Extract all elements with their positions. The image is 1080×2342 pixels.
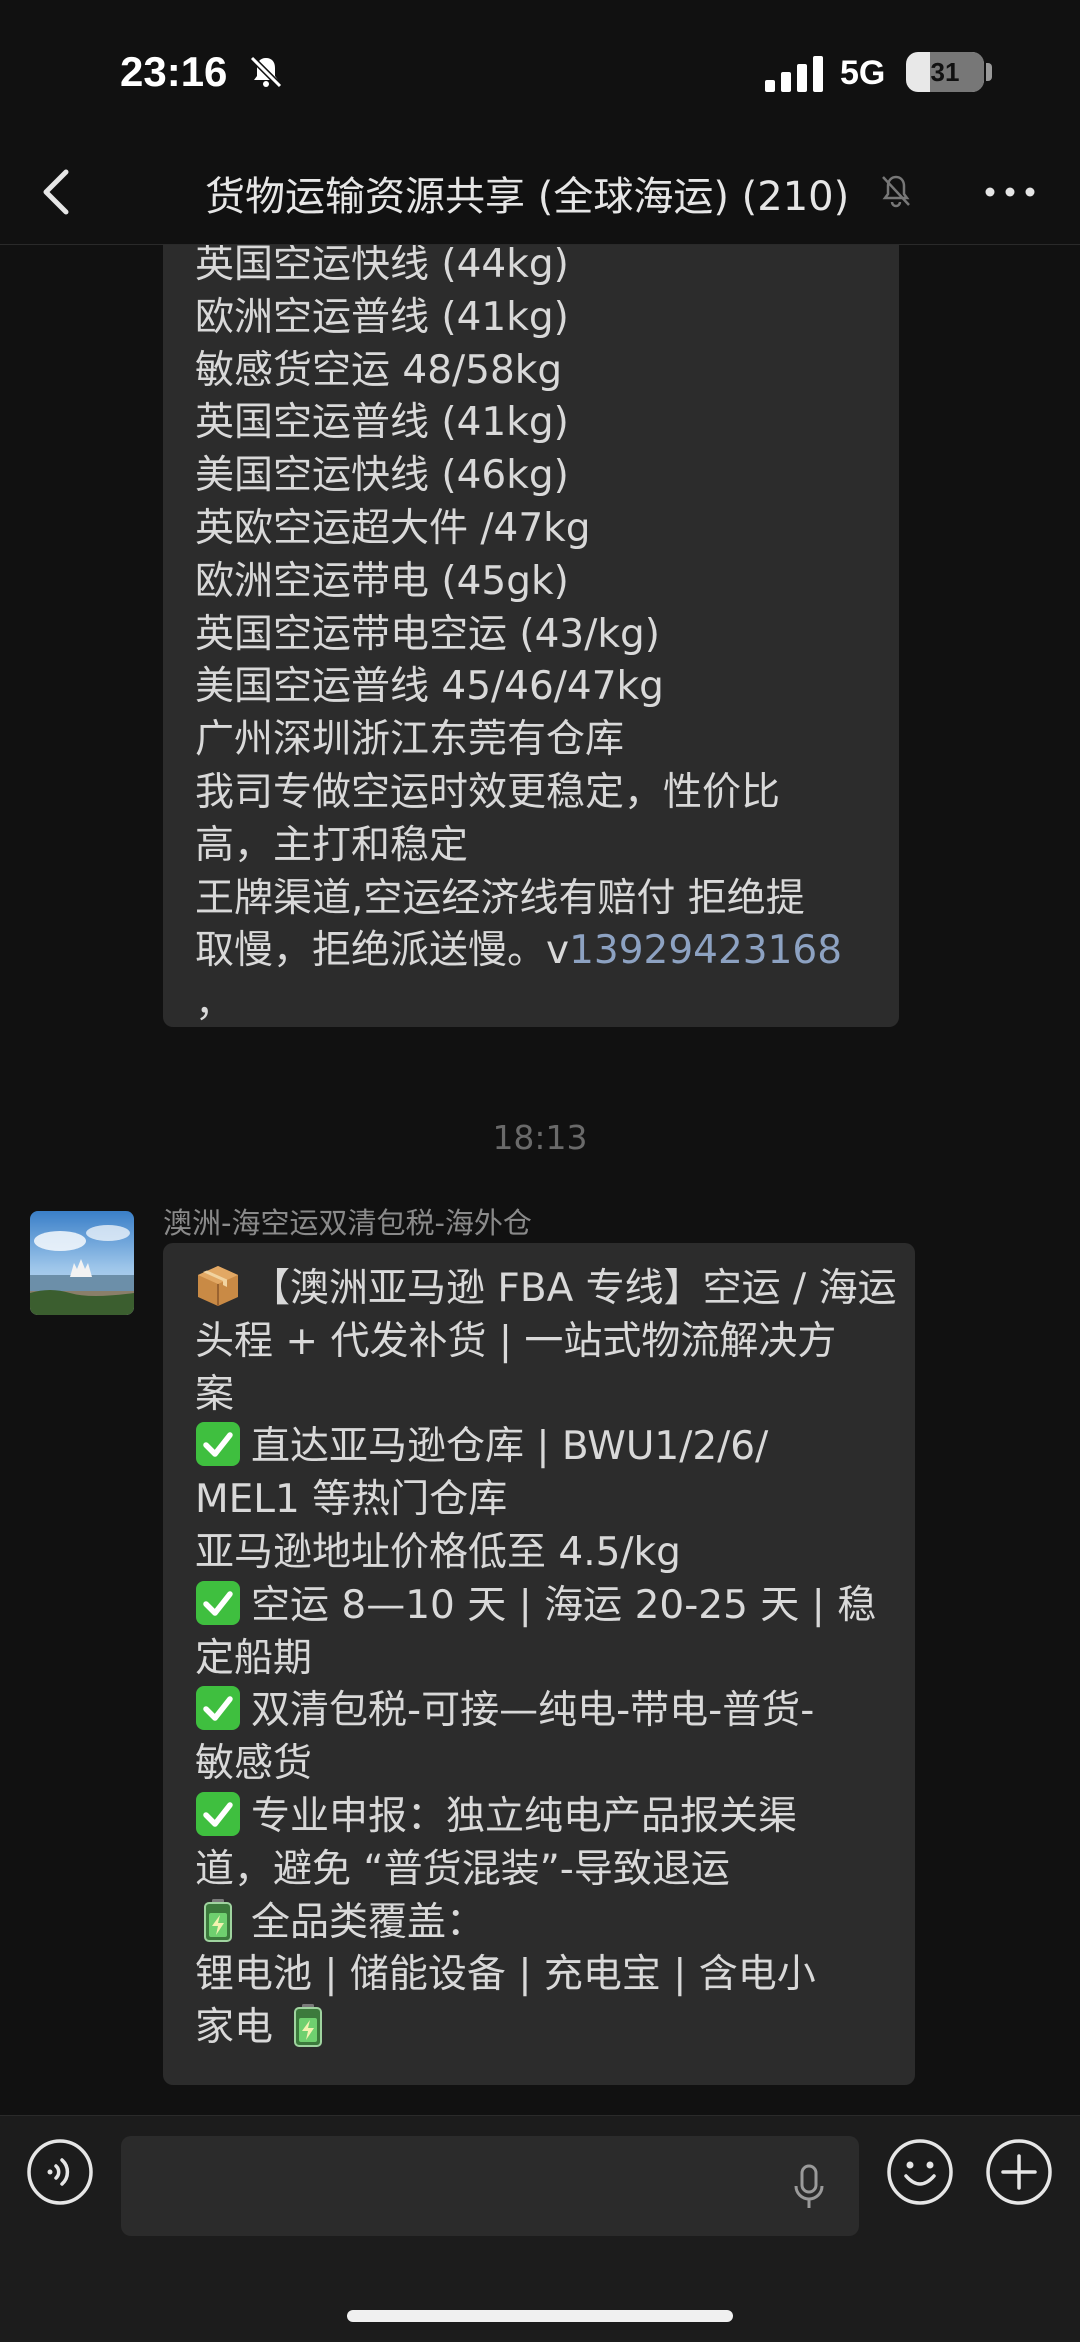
message-line: 专业申报：独立纯电产品报关渠 xyxy=(195,1791,883,1844)
message-line: 锂电池 | 储能设备 | 充电宝 | 含电小 xyxy=(195,1949,883,2002)
battery-level: 31 xyxy=(930,57,960,87)
battery-emoji-icon xyxy=(195,1898,251,1945)
network-type: 5G xyxy=(840,54,886,92)
input-bar xyxy=(0,2115,1080,2342)
battery-emoji-icon xyxy=(285,2004,341,2050)
message-line: 高，主打和稳定 xyxy=(195,822,469,868)
message-line: 敏感货 xyxy=(195,1738,883,1791)
battery-cap xyxy=(986,63,992,81)
message-line: 欧洲空运普线 (41kg) xyxy=(195,294,569,340)
message-line: 双清包税-可接—纯电-带电-普货- xyxy=(195,1685,883,1738)
message-line: 英欧空运超大件 /47kg xyxy=(195,505,591,551)
message-bubble[interactable]: 【澳洲亚马逊 FBA 专线】空运 / 海运头程 + 代发补货 | 一站式物流解决… xyxy=(163,1243,915,2085)
message-line: 家电 xyxy=(195,2002,883,2055)
message-timestamp: 18:13 xyxy=(492,1118,588,1157)
home-indicator[interactable] xyxy=(347,2310,733,2322)
message-line: 【澳洲亚马逊 FBA 专线】空运 / 海运 xyxy=(195,1263,897,1316)
message-text: 定船期 xyxy=(195,1635,313,1681)
message-line: 王牌渠道,空运经济线有赔付 拒绝提 xyxy=(195,875,805,921)
message-text: 亚马逊地址价格低至 4.5/kg xyxy=(195,1529,681,1575)
message-text: 道，避免 “普货混装”-导致退运 xyxy=(195,1846,730,1892)
check-emoji-icon xyxy=(195,1686,251,1733)
chat-header: 货物运输资源共享 (全球海运) (210) xyxy=(0,140,1080,245)
clock: 23:16 xyxy=(120,48,228,95)
message-line: 广州深圳浙江东莞有仓库 xyxy=(195,717,625,763)
message-text: 头程 + 代发补货 | 一站式物流解决方 xyxy=(195,1318,837,1364)
message-text: 全品类覆盖： xyxy=(251,1899,486,1945)
message-line: ， xyxy=(195,981,235,1027)
add-attachment-icon[interactable] xyxy=(985,2138,1053,2206)
message-text: 敏感货 xyxy=(195,1741,313,1787)
message-line: MEL1 等热门仓库 xyxy=(195,1474,883,1527)
chat-title: 货物运输资源共享 (全球海运) (210) xyxy=(205,174,850,220)
microphone-icon[interactable] xyxy=(791,2162,827,2212)
message-text: 家电 xyxy=(195,2005,274,2051)
message-text: 直达亚马逊仓库 | BWU1/2/6/ xyxy=(251,1424,769,1470)
message-line: 我司专做空运时效更稳定，性价比 xyxy=(195,769,781,815)
message-list[interactable]: 英国空运快线 (44kg) 欧洲空运普线 (41kg) 敏感货空运 48/58k… xyxy=(0,245,1080,2115)
avatar-image xyxy=(30,1211,134,1315)
mute-bell-icon xyxy=(882,175,910,208)
emoji-icon[interactable] xyxy=(886,2138,954,2206)
message-text: MEL1 等热门仓库 xyxy=(195,1477,508,1523)
message-line: 欧洲空运带电 (45gk) xyxy=(195,558,569,604)
message-bubble[interactable]: 英国空运快线 (44kg) 欧洲空运普线 (41kg) 敏感货空运 48/58k… xyxy=(163,245,899,1027)
back-arrow-icon[interactable] xyxy=(36,166,80,218)
check-emoji-icon xyxy=(195,1791,251,1839)
check-emoji-icon xyxy=(195,1422,251,1469)
message-line: 美国空运普线 45/46/47kg xyxy=(195,664,664,710)
message-line: 英国空运带电空运 (43/kg) xyxy=(195,611,660,657)
message-line: 定船期 xyxy=(195,1633,883,1686)
more-options-icon[interactable] xyxy=(980,172,1040,212)
message-text: 双清包税-可接—纯电-带电-普货- xyxy=(251,1688,815,1734)
message-line: 道，避免 “普货混装”-导致退运 xyxy=(195,1844,883,1897)
message-line: 英国空运快线 (44kg) xyxy=(195,245,569,287)
message-line: 空运 8—10 天 | 海运 20-25 天 | 稳 xyxy=(195,1580,883,1633)
signal-icon xyxy=(765,56,823,92)
silent-bell-icon xyxy=(249,55,283,89)
sender-name: 澳洲-海空运双清包税-海外仓 xyxy=(163,1206,532,1240)
message-line: 直达亚马逊仓库 | BWU1/2/6/ xyxy=(195,1421,883,1474)
message-line: 美国空运快线 (46kg) xyxy=(195,453,569,499)
check-emoji-icon xyxy=(195,1580,251,1628)
message-line: 敏感货空运 48/58kg xyxy=(195,347,563,393)
message-line: 头程 + 代发补货 | 一站式物流解决方 xyxy=(195,1316,883,1369)
message-line: 英国空运普线 (41kg) xyxy=(195,400,569,446)
status-bar: 23:16 5G 31 xyxy=(0,0,1080,140)
avatar[interactable] xyxy=(30,1211,134,1315)
message-line: 全品类覆盖： xyxy=(195,1897,883,1950)
voice-mode-icon[interactable] xyxy=(26,2138,94,2206)
message-text: 锂电池 | 储能设备 | 充电宝 | 含电小 xyxy=(195,1952,816,1998)
message-line: 案 xyxy=(195,1369,883,1422)
phone-number-link[interactable]: 13929423168 xyxy=(569,928,842,973)
message-line: 取慢，拒绝派送慢。v13929423168 xyxy=(195,925,867,978)
package-emoji-icon xyxy=(195,1266,251,1311)
battery-icon: 31 xyxy=(906,52,984,92)
message-text: 取慢，拒绝派送慢。v xyxy=(195,928,570,974)
message-text: 【澳洲亚马逊 FBA 专线】空运 / 海运 xyxy=(251,1266,897,1311)
message-input[interactable] xyxy=(121,2136,859,2236)
message-text: 专业申报：独立纯电产品报关渠 xyxy=(251,1793,798,1839)
message-text: 案 xyxy=(195,1371,235,1417)
message-line: 亚马逊地址价格低至 4.5/kg xyxy=(195,1527,883,1580)
message-text: 空运 8—10 天 | 海运 20-25 天 | 稳 xyxy=(251,1582,877,1628)
